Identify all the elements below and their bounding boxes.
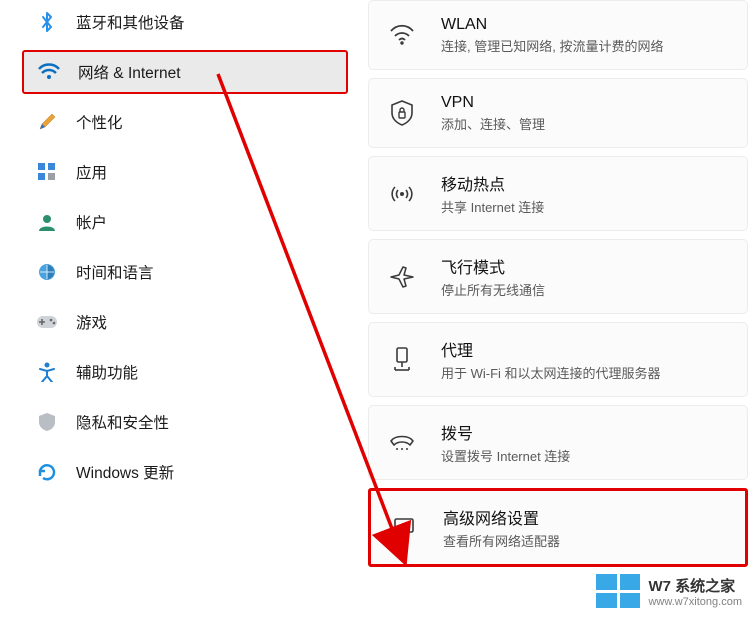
sidebar-item-accounts[interactable]: 帐户 — [22, 200, 348, 244]
settings-main: WLAN 连接, 管理已知网络, 按流量计费的网络 VPN 添加、连接、管理 移… — [360, 0, 748, 622]
sidebar-item-update[interactable]: Windows 更新 — [22, 450, 348, 494]
watermark-url: www.w7xitong.com — [648, 596, 742, 608]
panel-title: VPN — [441, 94, 545, 112]
proxy-icon — [387, 345, 417, 375]
update-icon — [36, 461, 58, 483]
apps-icon — [36, 161, 58, 183]
panel-title: 飞行模式 — [441, 254, 545, 278]
wifi-icon — [387, 20, 417, 50]
panel-subtitle: 用于 Wi-Fi 和以太网连接的代理服务器 — [441, 363, 661, 382]
panel-subtitle: 停止所有无线通信 — [441, 280, 545, 299]
lock-shield-icon — [387, 98, 417, 128]
sidebar-item-label: 隐私和安全性 — [76, 411, 169, 433]
sidebar-item-label: 个性化 — [76, 111, 123, 133]
settings-sidebar: 蓝牙和其他设备 网络 & Internet 个性化 应用 帐户 — [0, 0, 360, 622]
gamepad-icon — [36, 311, 58, 333]
sidebar-item-label: 游戏 — [76, 311, 107, 333]
sidebar-item-label: 辅助功能 — [76, 361, 138, 383]
panel-title: 移动热点 — [441, 171, 544, 195]
hotspot-icon — [387, 179, 417, 209]
sidebar-item-network[interactable]: 网络 & Internet — [22, 50, 348, 94]
sidebar-item-personalize[interactable]: 个性化 — [22, 100, 348, 144]
panel-item-vpn[interactable]: VPN 添加、连接、管理 — [368, 78, 748, 148]
wifi-icon — [38, 61, 60, 83]
monitor-icon — [389, 513, 419, 543]
bluetooth-icon — [36, 11, 58, 33]
sidebar-item-label: 网络 & Internet — [78, 61, 181, 83]
panel-item-hotspot[interactable]: 移动热点 共享 Internet 连接 — [368, 156, 748, 231]
panel-item-wlan[interactable]: WLAN 连接, 管理已知网络, 按流量计费的网络 — [368, 0, 748, 70]
sidebar-item-label: 帐户 — [76, 211, 107, 233]
panel-item-proxy[interactable]: 代理 用于 Wi-Fi 和以太网连接的代理服务器 — [368, 322, 748, 397]
globe-clock-icon — [36, 261, 58, 283]
shield-icon — [36, 411, 58, 433]
watermark-title: W7 系统之家 — [648, 575, 742, 596]
panel-title: WLAN — [441, 16, 663, 34]
airplane-icon — [387, 262, 417, 292]
accessibility-icon — [36, 361, 58, 383]
watermark: W7 系统之家 www.w7xitong.com — [596, 574, 742, 608]
panel-item-airplane[interactable]: 飞行模式 停止所有无线通信 — [368, 239, 748, 314]
sidebar-item-bluetooth[interactable]: 蓝牙和其他设备 — [22, 0, 348, 44]
panel-subtitle: 添加、连接、管理 — [441, 114, 545, 133]
sidebar-item-apps[interactable]: 应用 — [22, 150, 348, 194]
sidebar-item-time[interactable]: 时间和语言 — [22, 250, 348, 294]
panel-subtitle: 连接, 管理已知网络, 按流量计费的网络 — [441, 36, 663, 55]
sidebar-item-label: Windows 更新 — [76, 461, 174, 483]
phone-icon — [387, 428, 417, 458]
sidebar-item-privacy[interactable]: 隐私和安全性 — [22, 400, 348, 444]
panel-subtitle: 共享 Internet 连接 — [441, 197, 544, 216]
sidebar-item-label: 蓝牙和其他设备 — [76, 11, 185, 33]
panel-item-dialup[interactable]: 拨号 设置拨号 Internet 连接 — [368, 405, 748, 480]
windows-logo-icon — [596, 574, 640, 608]
brush-icon — [36, 111, 58, 133]
sidebar-item-accessibility[interactable]: 辅助功能 — [22, 350, 348, 394]
sidebar-item-label: 时间和语言 — [76, 261, 154, 283]
sidebar-item-label: 应用 — [76, 161, 107, 183]
panel-subtitle: 设置拨号 Internet 连接 — [441, 446, 570, 465]
panel-item-advanced[interactable]: 高级网络设置 查看所有网络适配器 — [368, 488, 748, 567]
panel-title: 拨号 — [441, 420, 570, 444]
panel-title: 高级网络设置 — [443, 505, 560, 529]
sidebar-item-gaming[interactable]: 游戏 — [22, 300, 348, 344]
panel-subtitle: 查看所有网络适配器 — [443, 531, 560, 550]
account-icon — [36, 211, 58, 233]
panel-title: 代理 — [441, 337, 661, 361]
